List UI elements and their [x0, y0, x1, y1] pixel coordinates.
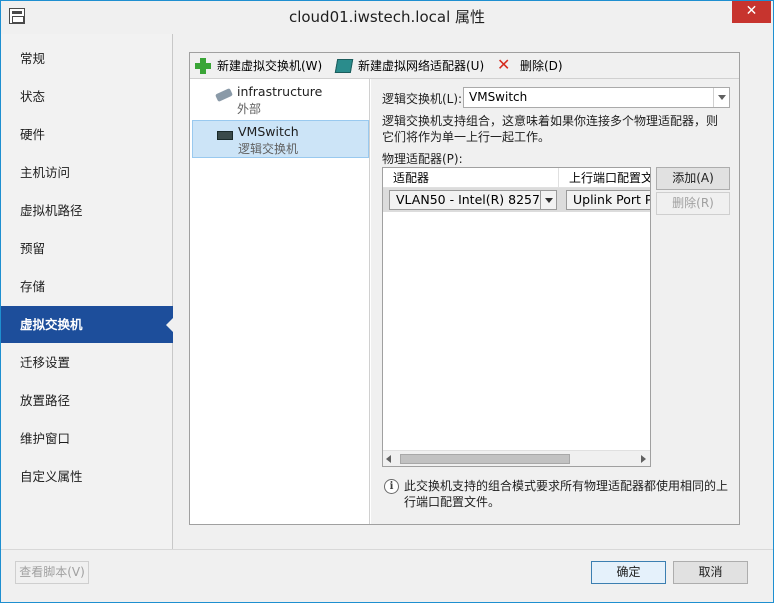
horizontal-scrollbar[interactable] [383, 450, 650, 466]
column-header-uplink-profile[interactable]: 上行端口配置文件 [559, 168, 650, 188]
virtual-switch-panel: 新建虚拟交换机(W) 新建虚拟网络适配器(U) ✕ 删除(D) infrastr… [189, 52, 740, 525]
sidebar-item-custom-properties[interactable]: 自定义属性 [1, 458, 173, 495]
grid-header: 适配器 上行端口配置文件 [383, 168, 650, 188]
scroll-left-icon[interactable] [386, 455, 391, 463]
network-adapter-icon [334, 59, 354, 73]
logical-switch-label: 逻辑交换机(L): [382, 92, 463, 106]
remove-adapter-button[interactable]: 删除(R) [656, 192, 730, 215]
new-virtual-switch-label: 新建虚拟交换机(W) [217, 59, 323, 73]
scroll-right-icon[interactable] [641, 455, 646, 463]
properties-window: cloud01.iwstech.local 属性 ✕ 常规 状态 硬件 主机访问… [0, 0, 774, 603]
window-title: cloud01.iwstech.local 属性 [288, 8, 486, 26]
sidebar-item-migration-settings[interactable]: 迁移设置 [1, 344, 173, 381]
chevron-down-icon [713, 88, 729, 107]
adapter-value: VLAN50 - Intel(R) 82574L [396, 192, 555, 207]
sidebar-item-general[interactable]: 常规 [1, 40, 173, 77]
switch-detail-panel: 逻辑交换机(L): VMSwitch 逻辑交换机支持组合，这意味着如果你连接多个… [371, 79, 739, 524]
view-script-button[interactable]: 查看脚本(V) [15, 561, 89, 584]
switch-list-item-vmswitch[interactable]: VMSwitch 逻辑交换机 [192, 120, 369, 158]
close-button[interactable]: ✕ [732, 1, 771, 23]
logical-switch-value: VMSwitch [469, 90, 528, 104]
switch-name: VMSwitch [238, 124, 299, 139]
sidebar-item-vm-paths[interactable]: 虚拟机路径 [1, 192, 173, 229]
teaming-description: 逻辑交换机支持组合，这意味着如果你连接多个物理适配器，则它们将作为单一上行一起工… [382, 114, 719, 144]
chevron-down-icon [540, 191, 556, 209]
sidebar-item-hardware[interactable]: 硬件 [1, 116, 173, 153]
sidebar-item-virtual-switches[interactable]: 虚拟交换机 [1, 306, 174, 343]
physical-adapters-grid: 适配器 上行端口配置文件 VLAN50 - Intel(R) 82574L Up… [382, 167, 651, 467]
plus-icon [195, 58, 211, 74]
ok-button[interactable]: 确定 [591, 561, 666, 584]
switch-icon [217, 131, 233, 140]
switch-list: infrastructure 外部 VMSwitch 逻辑交换机 [190, 79, 370, 524]
physical-adapters-label: 物理适配器(P): [382, 152, 463, 166]
scrollbar-thumb[interactable] [400, 454, 570, 464]
teaming-info-text: 此交换机支持的组合模式要求所有物理适配器都使用相同的上行端口配置文件。 [404, 479, 729, 509]
title-bar: cloud01.iwstech.local 属性 ✕ [1, 1, 773, 32]
add-adapter-button[interactable]: 添加(A) [656, 167, 730, 190]
sidebar-nav: 常规 状态 硬件 主机访问 虚拟机路径 预留 存储 虚拟交换机 迁移设置 放置路… [1, 34, 174, 549]
new-virtual-network-adapter-button[interactable]: 新建虚拟网络适配器(U) [334, 55, 488, 77]
toolbar: 新建虚拟交换机(W) 新建虚拟网络适配器(U) ✕ 删除(D) [190, 53, 739, 79]
sidebar-item-status[interactable]: 状态 [1, 78, 173, 115]
cable-icon [215, 87, 233, 103]
footer-divider [1, 549, 773, 550]
delete-x-icon: ✕ [497, 55, 511, 74]
adapter-dropdown[interactable]: VLAN50 - Intel(R) 82574L [389, 190, 557, 210]
switch-name: infrastructure [237, 84, 323, 99]
uplink-profile-value: Uplink Port Profile [573, 192, 650, 207]
table-row[interactable]: VLAN50 - Intel(R) 82574L Uplink Port Pro… [383, 188, 650, 212]
new-virtual-switch-button[interactable]: 新建虚拟交换机(W) [195, 55, 327, 77]
sidebar-item-reserves[interactable]: 预留 [1, 230, 173, 267]
cancel-button[interactable]: 取消 [673, 561, 748, 584]
uplink-profile-dropdown[interactable]: Uplink Port Profile [566, 190, 650, 210]
new-virtual-network-adapter-label: 新建虚拟网络适配器(U) [358, 59, 485, 73]
delete-button[interactable]: ✕ 删除(D) [496, 55, 568, 77]
sidebar-item-placement-paths[interactable]: 放置路径 [1, 382, 173, 419]
sidebar-item-servicing-windows[interactable]: 维护窗口 [1, 420, 173, 457]
column-header-adapter[interactable]: 适配器 [383, 168, 559, 188]
switch-type: 外部 [237, 102, 262, 116]
info-icon: i [384, 479, 399, 494]
logical-switch-dropdown[interactable]: VMSwitch [463, 87, 730, 108]
switch-list-item-infrastructure[interactable]: infrastructure 外部 [192, 81, 369, 119]
switch-type: 逻辑交换机 [238, 142, 299, 156]
sidebar-item-storage[interactable]: 存储 [1, 268, 173, 305]
sidebar-item-host-access[interactable]: 主机访问 [1, 154, 173, 191]
delete-label: 删除(D) [520, 59, 563, 73]
